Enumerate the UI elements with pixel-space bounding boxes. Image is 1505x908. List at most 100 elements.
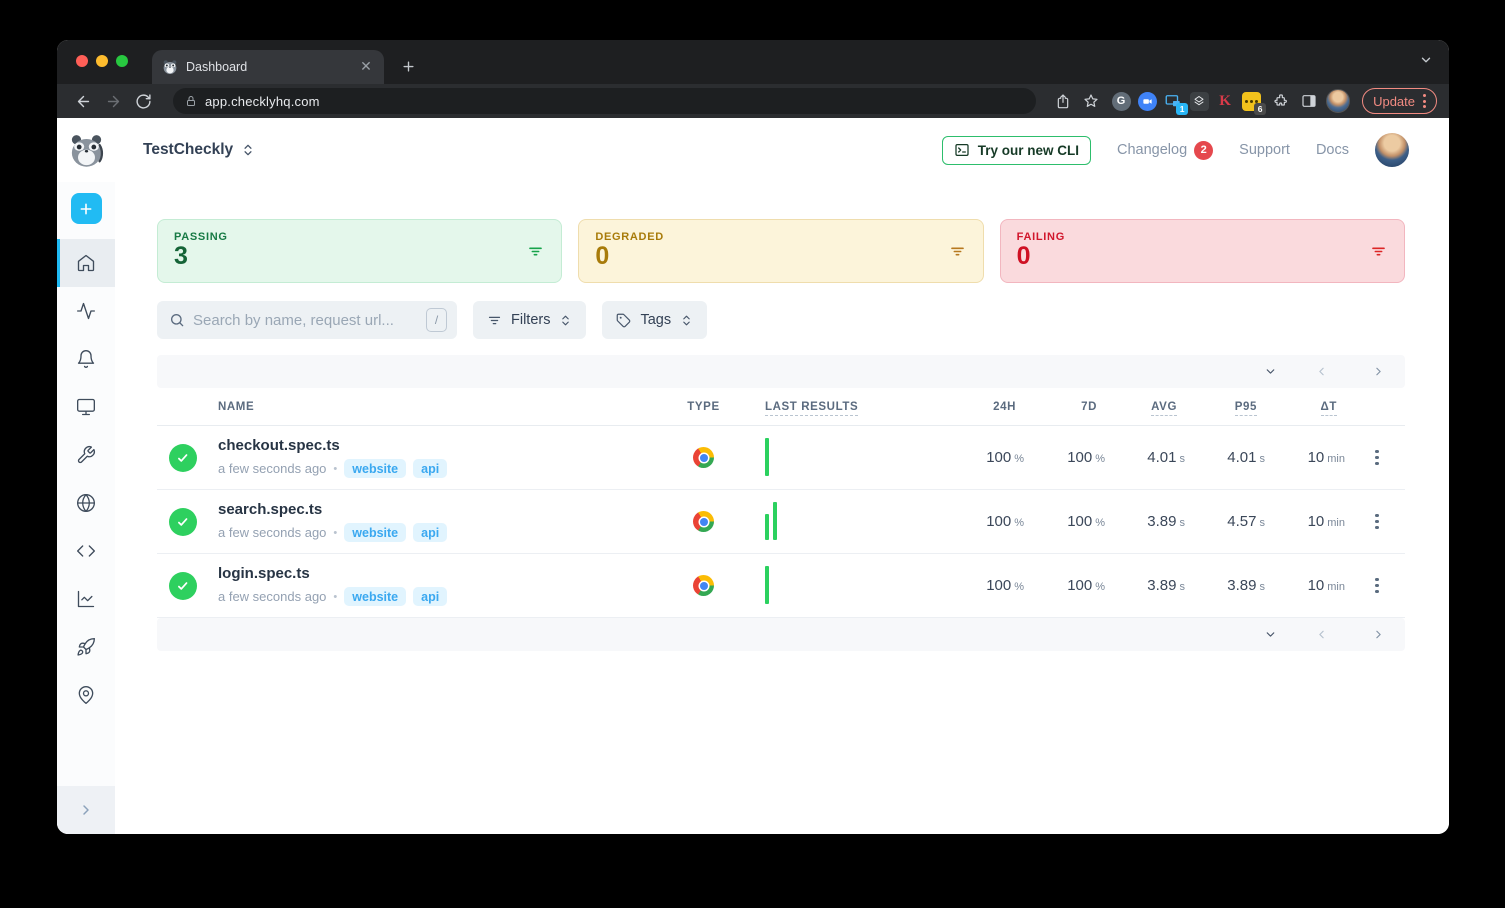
chrome-update-button[interactable]: Update (1362, 88, 1437, 114)
minimize-window-button[interactable] (96, 55, 108, 67)
name-cell[interactable]: checkout.spec.ts a few seconds ago • websi… (218, 437, 670, 478)
window-controls[interactable] (76, 55, 128, 67)
last-results-cell[interactable] (737, 554, 942, 617)
tag-pill[interactable]: website (344, 587, 407, 606)
url-text: app.checklyhq.com (205, 93, 320, 109)
close-window-button[interactable] (76, 55, 88, 67)
forward-button[interactable] (101, 89, 125, 113)
url-bar[interactable]: app.checklyhq.com (173, 88, 1037, 114)
tag-pill[interactable]: website (344, 523, 407, 542)
checkly-logo[interactable] (57, 132, 115, 169)
7d-value: 100% (1067, 513, 1105, 530)
col-delta-t: ΔT (1269, 400, 1349, 416)
user-avatar[interactable] (1375, 133, 1409, 167)
row-menu-button[interactable] (1349, 577, 1405, 594)
pin-icon (78, 686, 94, 704)
chevron-down-icon (1421, 57, 1431, 63)
tab-close-icon[interactable]: ✕ (358, 59, 374, 75)
tag-pill[interactable]: website (344, 459, 407, 478)
bookmark-button[interactable] (1080, 90, 1102, 112)
result-bar[interactable] (765, 438, 769, 476)
chevron-right-icon (83, 805, 89, 815)
passing-check-icon (169, 507, 197, 536)
last-results-cell[interactable] (737, 490, 942, 553)
status-card-passing[interactable]: PASSING 3 (157, 219, 563, 283)
maximize-window-button[interactable] (116, 55, 128, 67)
reload-button[interactable] (131, 89, 155, 113)
sidebar-item-code[interactable] (57, 527, 115, 575)
chevron-down-icon (1266, 632, 1275, 637)
back-button[interactable] (71, 89, 95, 113)
filter-icon[interactable] (526, 242, 545, 266)
avg-value: 3.89 s (1147, 577, 1185, 594)
row-menu-button[interactable] (1349, 513, 1405, 530)
next-page-button[interactable] (1372, 365, 1385, 378)
tags-button[interactable]: Tags (602, 301, 708, 339)
tag-pill[interactable]: api (413, 587, 448, 606)
browser-menu-icon[interactable] (1423, 94, 1426, 108)
row-menu-button[interactable] (1349, 449, 1405, 466)
last-results-cell[interactable] (737, 426, 942, 489)
browser-profile-avatar[interactable] (1326, 89, 1351, 113)
result-bar[interactable] (773, 502, 777, 540)
new-tab-button[interactable] (394, 52, 422, 80)
search-box[interactable]: / (157, 301, 457, 339)
table-row[interactable]: checkout.spec.ts a few seconds ago • websi… (157, 426, 1405, 490)
zoom-camera-icon (1137, 91, 1157, 111)
extension-kagi-button[interactable]: K (1214, 90, 1236, 112)
extension-layers-button[interactable] (1188, 90, 1210, 112)
result-bar[interactable] (765, 514, 769, 540)
tab-search-button[interactable] (1419, 53, 1433, 72)
sidebar-item-chart[interactable] (57, 575, 115, 623)
sidebar-item-pin[interactable] (57, 671, 115, 719)
items-per-page[interactable] (1257, 628, 1277, 641)
sidebar-item-monitor[interactable] (57, 383, 115, 431)
name-cell[interactable]: search.spec.ts a few seconds ago • website… (218, 501, 670, 542)
nav-link-changelog[interactable]: Changelog 2 (1117, 140, 1214, 160)
nav-link-support[interactable]: Support (1239, 142, 1290, 158)
chevron-down-icon (1266, 369, 1275, 374)
prev-page-button[interactable] (1315, 365, 1328, 378)
sidebar-item-activity[interactable] (57, 287, 115, 335)
extension-notes-button[interactable]: 6 (1240, 90, 1267, 115)
side-panel-button[interactable] (1298, 90, 1320, 112)
name-cell[interactable]: login.spec.ts a few seconds ago • website a… (218, 565, 670, 606)
extensions-menu-button[interactable] (1270, 90, 1292, 112)
browser-tab-dashboard[interactable]: Dashboard ✕ (152, 50, 384, 84)
card-count: 3 (174, 242, 188, 270)
table-rows: checkout.spec.ts a few seconds ago • websi… (157, 426, 1405, 618)
table-row[interactable]: login.spec.ts a few seconds ago • website a… (157, 554, 1405, 618)
chart-icon (77, 590, 95, 608)
chevrons-up-down-icon (562, 315, 570, 325)
extension-cast-button[interactable]: 1 (1162, 90, 1189, 115)
create-check-button[interactable] (70, 193, 102, 224)
next-page-button[interactable] (1372, 628, 1385, 641)
chevrons-up-down-icon (683, 315, 690, 325)
share-button[interactable] (1052, 90, 1074, 112)
account-switcher[interactable]: TestCheckly (143, 141, 255, 159)
sidebar-item-rocket[interactable] (57, 623, 115, 671)
status-card-failing[interactable]: FAILING 0 (999, 219, 1405, 283)
tag-pill[interactable]: api (413, 523, 448, 542)
sidebar-item-globe[interactable] (57, 479, 115, 527)
try-cli-button[interactable]: Try our new CLI (941, 135, 1091, 165)
extension-grammarly-button[interactable]: G (1110, 90, 1132, 112)
search-input[interactable] (193, 311, 418, 329)
sidebar-item-bell[interactable] (57, 335, 115, 383)
status-card-degraded[interactable]: DEGRADED 0 (578, 219, 984, 283)
table-row[interactable]: search.spec.ts a few seconds ago • website… (157, 490, 1405, 554)
reload-icon (135, 93, 151, 109)
filters-button[interactable]: Filters (473, 301, 587, 339)
items-per-page[interactable] (1257, 365, 1277, 378)
sidebar-item-home[interactable] (57, 239, 115, 287)
prev-page-button[interactable] (1315, 628, 1328, 641)
sidebar-expand-button[interactable] (57, 786, 115, 834)
extension-zoom-button[interactable] (1136, 90, 1158, 112)
filter-icon[interactable] (1369, 242, 1388, 266)
filter-icon[interactable] (948, 242, 967, 266)
tag-pill[interactable]: api (413, 459, 448, 478)
dot-separator: • (333, 462, 338, 475)
nav-link-docs[interactable]: Docs (1316, 142, 1349, 158)
sidebar-item-wrench[interactable] (57, 431, 115, 479)
result-bar[interactable] (765, 566, 769, 604)
